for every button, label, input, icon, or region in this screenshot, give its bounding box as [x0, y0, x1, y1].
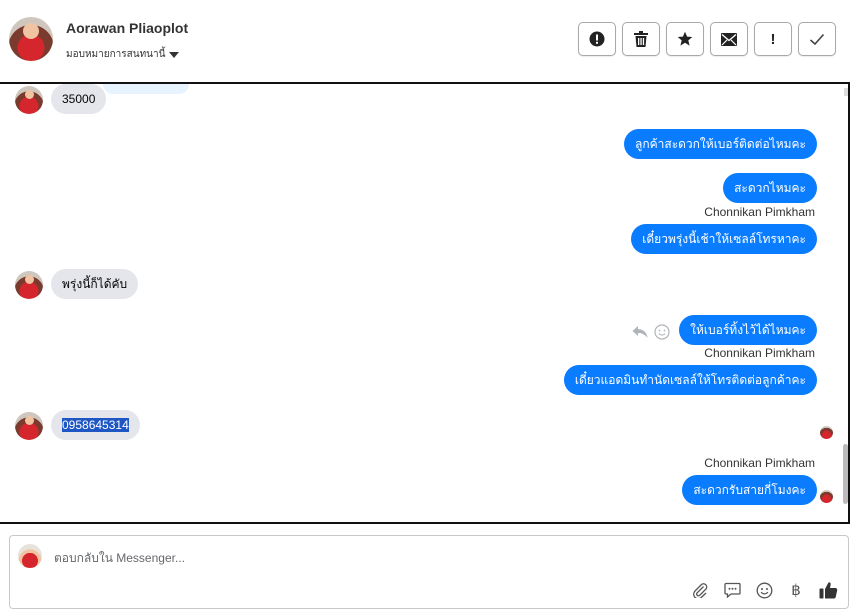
message-bubble-partial — [103, 84, 189, 94]
assign-conversation-dropdown[interactable]: มอบหมายการสนทนานี้ — [66, 47, 180, 62]
mark-unread-button[interactable] — [710, 22, 748, 56]
page-avatar — [18, 544, 42, 568]
outgoing-message[interactable]: ลูกค้าสะดวกให้เบอร์ติดต่อไหมคะ — [623, 129, 817, 159]
composer-tools: ฿ — [690, 580, 838, 600]
delete-button[interactable] — [622, 22, 660, 56]
saved-replies-icon[interactable] — [722, 580, 742, 600]
seen-indicator-avatar — [820, 490, 833, 503]
incoming-message[interactable]: 0958645314 — [51, 410, 140, 440]
check-icon — [809, 33, 825, 45]
contact-name[interactable]: Aorawan Pliaoplot — [66, 20, 188, 36]
incoming-message[interactable]: พรุ่งนี้ก็ได้คับ — [51, 269, 139, 299]
paperclip-icon[interactable] — [690, 580, 710, 600]
reply-composer: ฿ — [9, 535, 849, 609]
payment-baht-icon[interactable]: ฿ — [786, 580, 806, 600]
outgoing-message[interactable]: สะดวกรับสายกี่โมงคะ — [682, 475, 817, 505]
contact-avatar[interactable] — [9, 17, 53, 61]
incoming-message[interactable]: 35000 — [51, 84, 107, 114]
message-thread[interactable]: 35000 ลูกค้าสะดวกให้เบอร์ติดต่อไหมคะ สะด… — [0, 82, 850, 524]
trash-icon — [634, 31, 648, 47]
outgoing-message[interactable]: เดี๋ยวพรุ่งนี้เช้าให้เซลล์โทรหาคะ — [631, 224, 817, 254]
sender-name: Chonnikan Pimkham — [704, 205, 815, 219]
reply-input[interactable] — [54, 551, 754, 565]
thumbs-up-icon[interactable] — [818, 580, 838, 600]
conversation-header: Aorawan Pliaoplot มอบหมายการสนทนานี้ ! — [0, 0, 850, 82]
exclamation-icon: ! — [770, 30, 776, 48]
message-actions — [632, 324, 670, 340]
mark-spam-button[interactable] — [578, 22, 616, 56]
outgoing-message[interactable]: ให้เบอร์ทิ้งไว้ได้ไหมคะ — [679, 315, 817, 345]
conversation-toolbar: ! — [578, 22, 836, 56]
star-button[interactable] — [666, 22, 704, 56]
seen-indicator-avatar — [820, 426, 833, 439]
scrollbar[interactable] — [843, 444, 848, 504]
outgoing-message[interactable]: เดี๋ยวแอดมินทำนัดเซลล์ให้โทรติดต่อลูกค้า… — [563, 365, 817, 395]
reply-icon[interactable] — [632, 325, 648, 339]
sender-name: Chonnikan Pimkham — [704, 456, 815, 470]
alert-icon — [589, 31, 605, 47]
assign-conversation-label: มอบหมายการสนทนานี้ — [66, 49, 166, 60]
contact-avatar-small[interactable] — [15, 271, 43, 299]
star-icon — [677, 31, 693, 46]
selected-text[interactable]: 0958645314 — [62, 418, 129, 432]
scroll-up-arrow[interactable] — [844, 88, 848, 96]
emoji-icon[interactable] — [754, 580, 774, 600]
caret-down-icon — [169, 51, 180, 58]
contact-avatar-small[interactable] — [15, 86, 43, 114]
outgoing-message[interactable]: สะดวกไหมคะ — [723, 173, 817, 203]
contact-avatar-small[interactable] — [15, 412, 43, 440]
follow-up-button[interactable]: ! — [754, 22, 792, 56]
emoji-react-icon[interactable] — [654, 324, 670, 340]
envelope-icon — [721, 32, 737, 46]
mark-done-button[interactable] — [798, 22, 836, 56]
sender-name: Chonnikan Pimkham — [704, 346, 815, 360]
